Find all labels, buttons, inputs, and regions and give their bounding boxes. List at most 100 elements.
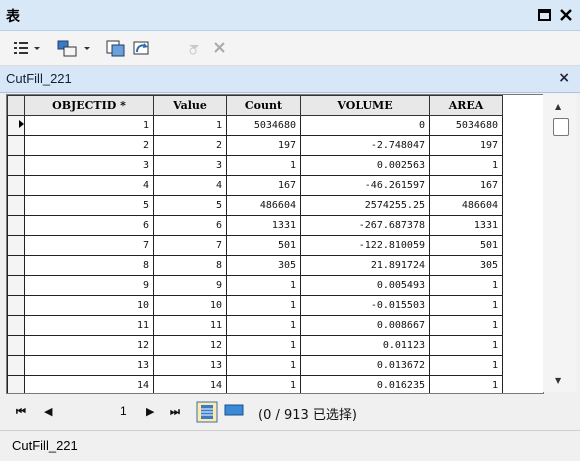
table-cell[interactable]: 9 — [24, 275, 154, 296]
table-cell[interactable]: 2574255.25 — [300, 195, 430, 216]
table-cell[interactable]: 197 — [226, 135, 301, 156]
table-cell[interactable]: 5 — [153, 195, 227, 216]
table-cell[interactable]: 1 — [226, 335, 301, 356]
row-selector[interactable] — [7, 195, 25, 216]
clear-selection-icon[interactable] — [186, 39, 202, 57]
table-cell[interactable]: 21.891724 — [300, 255, 430, 276]
table-cell[interactable]: 13 — [153, 355, 227, 376]
table-cell[interactable]: 3 — [153, 155, 227, 176]
table-cell[interactable]: 0.013672 — [300, 355, 430, 376]
table-row[interactable]: 9 9 1 0.005493 1 — [7, 275, 503, 296]
table-cell[interactable]: 1331 — [429, 215, 503, 236]
close-icon[interactable] — [557, 6, 575, 24]
column-header-count[interactable]: Count — [226, 95, 301, 116]
row-selector[interactable] — [7, 255, 25, 276]
table-options-icon[interactable] — [12, 39, 42, 57]
row-selector[interactable] — [7, 115, 25, 136]
table-row[interactable]: 2 2 197 -2.748047 197 — [7, 135, 503, 156]
table-row[interactable]: 5 5 486604 2574255.25 486604 — [7, 195, 503, 216]
row-selector[interactable] — [7, 175, 25, 196]
table-cell[interactable]: 1 — [24, 115, 154, 136]
table-cell[interactable]: 1 — [429, 335, 503, 356]
table-row[interactable]: 14 14 1 0.016235 1 — [7, 375, 503, 393]
tab-close-icon[interactable]: × — [558, 70, 570, 86]
table-cell[interactable]: 14 — [153, 375, 227, 393]
current-record-number[interactable]: 1 — [120, 404, 127, 418]
table-cell[interactable]: 501 — [226, 235, 301, 256]
table-row[interactable]: 12 12 1 0.01123 1 — [7, 335, 503, 356]
last-record-icon[interactable]: ⏭ — [170, 405, 180, 419]
table-cell[interactable]: 5034680 — [226, 115, 301, 136]
column-header-volume[interactable]: VOLUME — [300, 95, 430, 116]
table-cell[interactable]: 305 — [226, 255, 301, 276]
table-cell[interactable]: 1 — [226, 295, 301, 316]
table-row[interactable]: 3 3 1 0.002563 1 — [7, 155, 503, 176]
first-record-icon[interactable]: ⏮ — [16, 405, 26, 419]
table-cell[interactable]: 1 — [429, 155, 503, 176]
table-cell[interactable]: 486604 — [226, 195, 301, 216]
table-cell[interactable]: 10 — [153, 295, 227, 316]
table-row[interactable]: 4 4 167 -46.261597 167 — [7, 175, 503, 196]
table-cell[interactable]: 9 — [153, 275, 227, 296]
table-cell[interactable]: 11 — [24, 315, 154, 336]
table-row[interactable]: 6 6 1331 -267.687378 1331 — [7, 215, 503, 236]
table-row[interactable]: 11 11 1 0.008667 1 — [7, 315, 503, 336]
table-cell[interactable]: 14 — [24, 375, 154, 393]
table-row[interactable]: 8 8 305 21.891724 305 — [7, 255, 503, 276]
table-cell[interactable]: 1 — [429, 375, 503, 393]
table-cell[interactable]: 8 — [24, 255, 154, 276]
scroll-up-icon[interactable]: ▲ — [555, 102, 561, 111]
table-cell[interactable]: 0.002563 — [300, 155, 430, 176]
table-cell[interactable]: -122.810059 — [300, 235, 430, 256]
table-row[interactable]: 1 1 5034680 0 5034680 — [7, 115, 503, 136]
table-cell[interactable]: 6 — [153, 215, 227, 236]
table-row[interactable]: 13 13 1 0.013672 1 — [7, 355, 503, 376]
scroll-thumb[interactable] — [553, 118, 569, 136]
delete-selected-icon[interactable] — [212, 39, 228, 57]
table-cell[interactable]: 2 — [24, 135, 154, 156]
table-cell[interactable]: 1 — [429, 275, 503, 296]
table-cell[interactable]: 5034680 — [429, 115, 503, 136]
table-cell[interactable]: 4 — [153, 175, 227, 196]
table-cell[interactable]: 501 — [429, 235, 503, 256]
table-cell[interactable]: 1331 — [226, 215, 301, 236]
table-cell[interactable]: -46.261597 — [300, 175, 430, 196]
table-cell[interactable]: -2.748047 — [300, 135, 430, 156]
row-selector[interactable] — [7, 215, 25, 236]
table-cell[interactable]: 197 — [429, 135, 503, 156]
row-selector[interactable] — [7, 375, 25, 393]
row-selector[interactable] — [7, 135, 25, 156]
table-cell[interactable]: 167 — [429, 175, 503, 196]
row-selector[interactable] — [7, 235, 25, 256]
table-cell[interactable]: 12 — [24, 335, 154, 356]
row-selector-header[interactable] — [7, 95, 25, 116]
table-cell[interactable]: 4 — [24, 175, 154, 196]
column-header-objectid[interactable]: OBJECTID * — [24, 95, 154, 116]
table-cell[interactable]: 0.005493 — [300, 275, 430, 296]
row-selector[interactable] — [7, 335, 25, 356]
table-cell[interactable]: 1 — [429, 355, 503, 376]
table-cell[interactable]: 1 — [429, 295, 503, 316]
table-cell[interactable]: 11 — [153, 315, 227, 336]
row-selector[interactable] — [7, 355, 25, 376]
show-all-records-icon[interactable] — [196, 401, 218, 427]
select-by-attributes-icon[interactable] — [106, 39, 126, 57]
table-cell[interactable]: 5 — [24, 195, 154, 216]
table-cell[interactable]: 3 — [24, 155, 154, 176]
table-cell[interactable]: 7 — [153, 235, 227, 256]
table-cell[interactable]: 1 — [429, 315, 503, 336]
table-cell[interactable]: 13 — [24, 355, 154, 376]
table-cell[interactable]: -267.687378 — [300, 215, 430, 236]
table-cell[interactable]: 8 — [153, 255, 227, 276]
switch-selection-icon[interactable] — [132, 39, 152, 57]
related-tables-icon[interactable] — [56, 39, 92, 57]
table-cell[interactable]: 305 — [429, 255, 503, 276]
table-cell[interactable]: 12 — [153, 335, 227, 356]
table-cell[interactable]: 0.008667 — [300, 315, 430, 336]
table-cell[interactable]: 0.016235 — [300, 375, 430, 393]
table-cell[interactable]: 1 — [226, 155, 301, 176]
row-selector[interactable] — [7, 315, 25, 336]
previous-record-icon[interactable]: ◀ — [44, 405, 52, 418]
scroll-down-icon[interactable]: ▼ — [555, 376, 561, 385]
table-cell[interactable]: 0.01123 — [300, 335, 430, 356]
